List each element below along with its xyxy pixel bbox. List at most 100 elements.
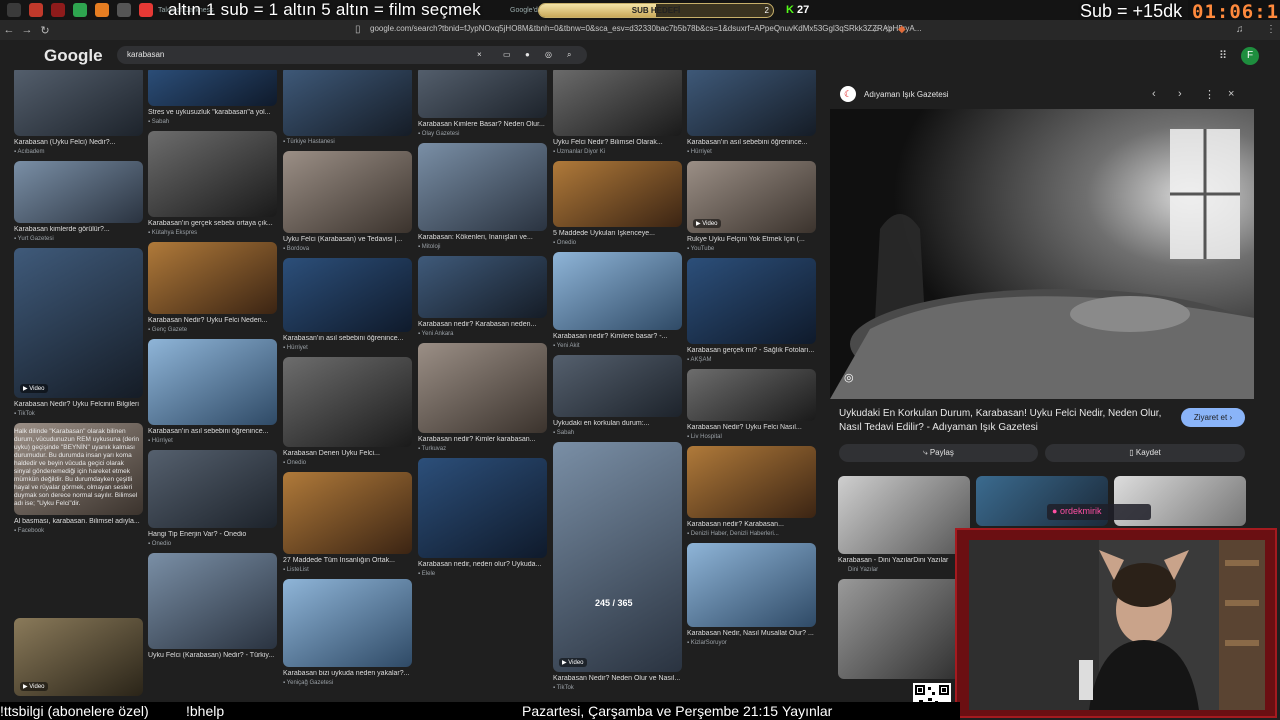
result-image[interactable]	[553, 70, 682, 136]
apps-icon[interactable]: ⠿	[1219, 49, 1227, 62]
result-image[interactable]	[283, 258, 412, 332]
zoom-icon[interactable]: ⌕	[874, 24, 880, 35]
result-text-snippet[interactable]: Halk dilinde "Karabasan" olarak bilinen …	[14, 428, 142, 508]
result-source[interactable]: ▪ Genç Gazete	[148, 327, 187, 333]
result-caption[interactable]: Uyku Felci (Karabasan) Nedir? - Türkiy..…	[148, 652, 276, 659]
result-caption[interactable]: Karabasan bizi uykuda neden yakalar?...	[283, 670, 411, 677]
result-image[interactable]	[148, 339, 277, 425]
result-source[interactable]: ▪ AKŞAM	[687, 357, 711, 363]
tab-favicon-icon[interactable]	[95, 3, 109, 17]
result-image[interactable]	[418, 70, 547, 118]
result-caption[interactable]: Karabasan Kimlere Basar? Neden Olur...	[418, 121, 546, 128]
related-image[interactable]	[838, 476, 970, 554]
result-caption[interactable]: Karabasan: Kökenleri, İnanışları ve...	[418, 234, 546, 241]
result-source[interactable]: ▪ KizlarSoruyor	[687, 640, 727, 646]
mic-icon[interactable]: ●	[525, 50, 530, 59]
result-source[interactable]: ▪ Yeniçağ Gazetesi	[283, 680, 333, 686]
search-icon[interactable]: ⌕	[567, 50, 571, 60]
result-caption[interactable]: Karabasan kimlerde görülür?...	[14, 226, 142, 233]
result-source[interactable]: ▪ Facebook	[14, 528, 44, 534]
result-image[interactable]	[553, 252, 682, 330]
bookmark-page-icon[interactable]: ▯	[355, 24, 361, 35]
result-image[interactable]	[553, 161, 682, 227]
result-caption[interactable]: Karabasan Nedir? Uyku Felci Nasıl...	[687, 424, 815, 431]
result-caption[interactable]: Al basması, karabasan. Bilimsel adıyla..…	[14, 518, 142, 525]
tab-favicon-icon[interactable]	[7, 3, 21, 17]
result-caption[interactable]: Hangi Tip Enerjin Var? - Onedio	[148, 531, 276, 538]
result-source[interactable]: ▪ Sabah	[553, 430, 574, 436]
result-caption[interactable]: Karabasan nedir? Karabasan...	[687, 521, 815, 528]
result-source[interactable]: ▪ Acıbadem	[14, 149, 44, 155]
search-box[interactable]: karabasan × ▭ ● ◎ ⌕	[117, 46, 587, 64]
result-image[interactable]: ▶ Video 245 / 365	[553, 442, 682, 672]
result-image[interactable]	[418, 256, 547, 318]
share-button[interactable]: ⤷ Paylaş	[839, 444, 1038, 462]
result-source[interactable]: ▪ Yeni Akit	[553, 343, 579, 349]
result-caption[interactable]: 5 Maddede Uykuları İşkenceye...	[553, 230, 681, 237]
result-caption[interactable]: Karabasan Nedir? Uyku Felcinin Bilgileri	[14, 401, 142, 408]
result-image[interactable]	[283, 70, 412, 136]
previous-icon[interactable]: ‹	[1152, 88, 1156, 100]
result-caption[interactable]: Karabasan gerçek mi? - Sağlık Fotoları..…	[687, 347, 815, 354]
result-caption[interactable]: Uyku Felci (Karabasan) ve Tedavisi |...	[283, 236, 411, 243]
result-source[interactable]: ▪ Sabah	[148, 119, 169, 125]
result-caption[interactable]: Karabasan nedir? Kimlere basar? -...	[553, 333, 681, 340]
result-source[interactable]: ▪ Denizli Haber, Denizli Haberleri...	[687, 531, 779, 537]
tab-favicon-icon[interactable]	[117, 3, 131, 17]
result-source[interactable]: ▪ YouTube	[687, 246, 714, 252]
result-caption[interactable]: Karabasan Nedir? Uyku Felci Neden...	[148, 317, 276, 324]
result-caption[interactable]: 27 Maddede Tüm İnsanlığın Ortak...	[283, 557, 411, 564]
clear-icon[interactable]: ×	[477, 50, 482, 59]
reload-icon[interactable]: ↻	[36, 24, 54, 37]
result-caption[interactable]: Uykudaki en korkulan durum:...	[553, 420, 681, 427]
result-source[interactable]: ▪ Liv Hospital	[687, 434, 722, 440]
result-image[interactable]	[553, 355, 682, 417]
result-image[interactable]	[148, 553, 277, 649]
keyboard-icon[interactable]: ▭	[503, 50, 511, 59]
youtube-tab-icon[interactable]	[139, 3, 153, 17]
result-caption[interactable]: Karabasan (Uyku Felci) Nedir?...	[14, 139, 142, 146]
browser-menu-icon[interactable]: ⋮	[1266, 24, 1276, 35]
tab-favicon-icon[interactable]	[29, 3, 43, 17]
result-source[interactable]: ▪ Mitoloji	[418, 244, 440, 250]
result-image[interactable]	[687, 543, 816, 627]
next-icon[interactable]: ›	[1178, 88, 1182, 100]
result-image[interactable]	[687, 258, 816, 344]
result-caption[interactable]: Karabasan Nedir, Nasıl Musallat Olur? ..…	[687, 630, 815, 637]
result-source[interactable]: ▪ Hürriyet	[148, 438, 173, 444]
result-image[interactable]	[148, 242, 277, 314]
result-source[interactable]: ▪ TikTok	[14, 411, 35, 417]
result-source[interactable]: ▪ Bordova	[283, 246, 309, 252]
result-source[interactable]: ▪ Yeni Ankara	[418, 331, 454, 337]
avatar[interactable]: F	[1241, 47, 1259, 65]
result-image[interactable]	[148, 70, 277, 106]
result-caption[interactable]: Karabasan Nedir? Neden Olur ve Nasıl...	[553, 675, 681, 682]
result-image[interactable]	[14, 70, 143, 136]
result-image[interactable]	[148, 131, 277, 217]
forward-icon[interactable]: →	[18, 24, 36, 36]
result-caption[interactable]: Karabasan'ın gerçek sebebi ortaya çık...	[148, 220, 276, 227]
result-image[interactable]	[148, 450, 277, 528]
back-icon[interactable]: ←	[0, 24, 18, 36]
result-caption[interactable]: Karabasan nedir? Kimler karabasan...	[418, 436, 546, 443]
preview-title[interactable]: Uykudaki En Korkulan Durum, Karabasan! U…	[839, 407, 1179, 435]
result-source[interactable]: ▪ Türkiye Hastanesi	[283, 139, 335, 145]
result-caption[interactable]: Stres ve uykusuzluk "karabasan"a yol...	[148, 109, 276, 116]
result-source[interactable]: ▪ Onedio	[148, 541, 171, 547]
result-caption[interactable]: Karabasan nedir? Karabasan neden...	[418, 321, 546, 328]
result-source[interactable]: ▪ Onedio	[283, 460, 306, 466]
save-button[interactable]: ▯ Kaydet	[1045, 444, 1245, 462]
result-caption[interactable]: Uyku Felci Nedir? Bilimsel Olarak...	[553, 139, 681, 146]
result-source[interactable]: ▪ Elele	[418, 571, 435, 577]
visit-button[interactable]: Ziyaret et ›	[1181, 408, 1245, 427]
media-icon[interactable]: ♫	[1236, 24, 1244, 35]
result-source[interactable]: ▪ Hürriyet	[283, 345, 308, 351]
result-source[interactable]: ▪ Onedio	[553, 240, 576, 246]
result-image[interactable]	[687, 70, 816, 136]
result-image[interactable]	[283, 151, 412, 233]
google-logo[interactable]: Google	[44, 46, 103, 66]
tab-favicon-icon[interactable]	[51, 3, 65, 17]
result-image[interactable]	[418, 143, 547, 231]
url-field[interactable]: google.com/search?tbnid=fJypNOxq5jHO8M&t…	[370, 24, 921, 33]
lens-icon[interactable]: ◎	[545, 50, 552, 59]
